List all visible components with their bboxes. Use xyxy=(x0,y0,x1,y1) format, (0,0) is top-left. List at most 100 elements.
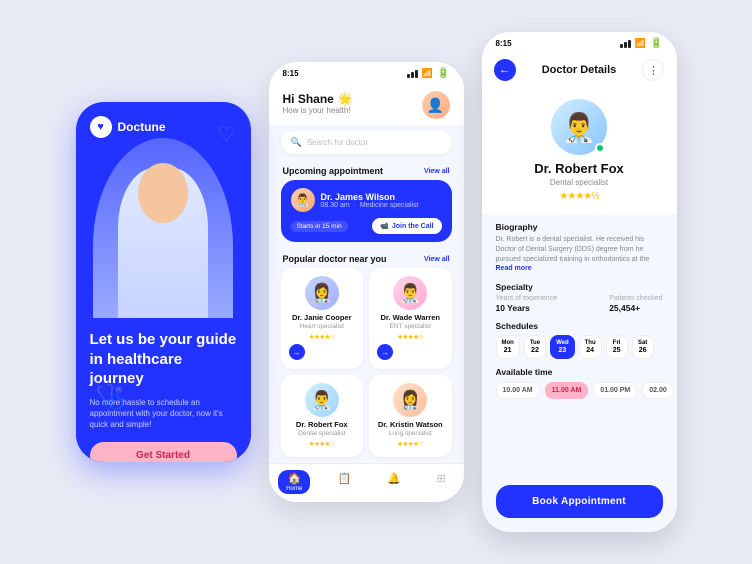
get-started-button[interactable]: Get Started xyxy=(90,442,237,462)
appointment-specialty: 08.30 am · Medicine specialist xyxy=(321,202,419,209)
day-tue[interactable]: Tue 22 xyxy=(524,335,546,359)
schedules-label: Schedules xyxy=(496,321,663,331)
doctor-spec-1: Heart specialist xyxy=(300,323,344,330)
stethoscope-decor-icon: 🩺 xyxy=(96,383,126,412)
doctor-spec-3: Dental specialist xyxy=(298,430,345,437)
more-button[interactable]: ⋮ xyxy=(642,59,664,81)
doctor-arrow-2[interactable]: → xyxy=(377,344,393,360)
time-slot-4[interactable]: 02.00 xyxy=(642,382,674,399)
profile-rating: ★★★★½ xyxy=(559,191,598,202)
nav-menu[interactable]: ⊞ xyxy=(428,470,453,494)
details-status-time: 8:15 xyxy=(496,39,512,48)
greeting-name: Hi Shane 🌟 xyxy=(283,91,353,106)
time-slot-1[interactable]: 10.00 AM xyxy=(496,382,540,399)
signal-icon xyxy=(407,70,418,78)
starts-badge: Starts in 15 min xyxy=(291,221,348,232)
upcoming-section-header: Upcoming appointment View all xyxy=(269,160,464,180)
nav-home-label: Home xyxy=(286,486,302,492)
day-thu[interactable]: Thu 24 xyxy=(579,335,602,359)
home-icon: 🏠 xyxy=(287,472,301,485)
nav-notifications[interactable]: 🔔 xyxy=(379,470,409,494)
doctor-name-3: Dr. Robert Fox xyxy=(296,420,348,429)
search-placeholder: Search for doctor xyxy=(307,138,368,147)
view-all-popular[interactable]: View all xyxy=(424,256,450,263)
greeting-sub: How is your health! xyxy=(283,106,353,115)
greeting-row: Hi Shane 🌟 How is your health! 👤 xyxy=(269,83,464,125)
doctor-avatar-2: 👨‍⚕️ xyxy=(393,276,427,310)
doctor-image-area xyxy=(76,138,251,318)
bell-icon: 🔔 xyxy=(387,472,401,485)
back-button[interactable]: ← xyxy=(494,59,516,81)
app-logo xyxy=(90,116,112,138)
profile-name: Dr. Robert Fox xyxy=(534,161,624,176)
biography-label: Biography xyxy=(496,222,663,232)
nav-home[interactable]: 🏠 Home xyxy=(278,470,310,494)
years-experience: Years of experience 10 Years xyxy=(496,295,558,313)
doctors-grid: 👩‍⚕️ Dr. Janie Cooper Heart specialist ★… xyxy=(269,268,464,463)
specialty-label: Specialty xyxy=(496,282,663,292)
doctor-spec-4: Lung specialist xyxy=(389,430,432,437)
welcome-screen: 🩺 ♡ Doctune Let us be your guide in heal… xyxy=(76,102,251,462)
details-status-bar: 8:15 📶 🔋 xyxy=(482,32,677,53)
upcoming-label: Upcoming appointment xyxy=(283,166,384,176)
schedules-section: Schedules Mon 21 Tue 22 Wed 23 xyxy=(496,321,663,359)
home-screen: 8:15 📶 🔋 Hi Shane 🌟 How is your health! … xyxy=(269,62,464,502)
doctor-card-3[interactable]: 👨‍⚕️ Dr. Robert Fox Dental specialist ★★… xyxy=(281,375,364,457)
popular-label: Popular doctor near you xyxy=(283,254,387,264)
details-signal-icon xyxy=(620,40,631,48)
details-content: Biography Dr. Robert is a dental special… xyxy=(482,214,677,477)
book-appointment-button[interactable]: Book Appointment xyxy=(496,485,663,518)
brand-name: Doctune xyxy=(118,120,166,134)
patients-checked: Patients checked 25,454+ xyxy=(609,295,662,313)
time-slots: 10.00 AM 11.00 AM 01.00 PM 02.00 xyxy=(496,382,663,399)
doctor-details-screen: 8:15 📶 🔋 ← Doctor Details ⋮ 👨‍⚕️ Dr. Rob… xyxy=(482,32,677,532)
day-mon[interactable]: Mon 21 xyxy=(496,335,520,359)
doctor-name-2: Dr. Wade Warren xyxy=(381,313,440,322)
doctor-name-4: Dr. Kristin Watson xyxy=(378,420,443,429)
day-fri[interactable]: Fri 25 xyxy=(606,335,628,359)
battery-icon: 🔋 xyxy=(437,68,449,79)
doctor-profile: 👨‍⚕️ Dr. Robert Fox Dental specialist ★★… xyxy=(482,89,677,214)
doctor-avatar-4: 👩‍⚕️ xyxy=(393,383,427,417)
popular-section-header: Popular doctor near you View all xyxy=(269,248,464,268)
years-value: 10 Years xyxy=(496,303,558,313)
search-bar[interactable]: 🔍 Search for doctor xyxy=(281,131,452,154)
profile-specialty: Dental specialist xyxy=(550,178,608,187)
welcome-title: Let us be your guide in healthcare journ… xyxy=(90,330,237,389)
time-slot-2[interactable]: 11.00 AM xyxy=(545,382,589,399)
specialty-stats-row: Years of experience 10 Years Patients ch… xyxy=(496,295,663,313)
doctor-stars-4: ★★★★☆ xyxy=(397,440,423,448)
read-more-link[interactable]: Read more xyxy=(496,265,532,272)
grid-icon: ⊞ xyxy=(436,472,445,485)
schedules-days: Mon 21 Tue 22 Wed 23 Thu 24 xyxy=(496,335,663,359)
day-wed[interactable]: Wed 23 xyxy=(550,335,575,359)
biography-section: Biography Dr. Robert is a dental special… xyxy=(496,222,663,274)
join-call-button[interactable]: 📹 Join the Call xyxy=(372,218,441,234)
video-icon: 📹 xyxy=(380,222,389,230)
search-icon: 🔍 xyxy=(291,137,302,148)
doctor-avatar-1: 👩‍⚕️ xyxy=(305,276,339,310)
biography-text: Dr. Robert is a dental specialist. He re… xyxy=(496,235,663,274)
doctor-name-1: Dr. Janie Cooper xyxy=(292,313,352,322)
details-wifi-icon: 📶 xyxy=(635,38,646,49)
day-sat[interactable]: Sat 26 xyxy=(632,335,654,359)
specialty-section: Specialty Years of experience 10 Years P… xyxy=(496,282,663,313)
user-avatar: 👤 xyxy=(422,91,450,119)
bottom-navigation: 🏠 Home 📋 🔔 ⊞ xyxy=(269,463,464,502)
view-all-upcoming[interactable]: View all xyxy=(424,168,450,175)
years-label: Years of experience xyxy=(496,295,558,302)
doctor-card-2[interactable]: 👨‍⚕️ Dr. Wade Warren ENT specialist ★★★★… xyxy=(369,268,452,369)
nav-calendar[interactable]: 📋 xyxy=(330,470,360,494)
time-slot-3[interactable]: 01.00 PM xyxy=(593,382,637,399)
available-time-section: Available time 10.00 AM 11.00 AM 01.00 P… xyxy=(496,367,663,399)
patients-label: Patients checked xyxy=(609,295,662,302)
doctor-card-4[interactable]: 👩‍⚕️ Dr. Kristin Watson Lung specialist … xyxy=(369,375,452,457)
appointment-card: 👨‍⚕️ Dr. James Wilson 08.30 am · Medicin… xyxy=(281,180,452,242)
details-battery-icon: 🔋 xyxy=(650,38,662,49)
doctor-stars-3: ★★★★☆ xyxy=(309,440,335,448)
doctor-arrow-1[interactable]: → xyxy=(289,344,305,360)
details-title: Doctor Details xyxy=(542,64,617,76)
details-header: ← Doctor Details ⋮ xyxy=(482,53,677,89)
doctor-card-1[interactable]: 👩‍⚕️ Dr. Janie Cooper Heart specialist ★… xyxy=(281,268,364,369)
doctor-stars-2: ★★★★☆ xyxy=(397,333,423,341)
